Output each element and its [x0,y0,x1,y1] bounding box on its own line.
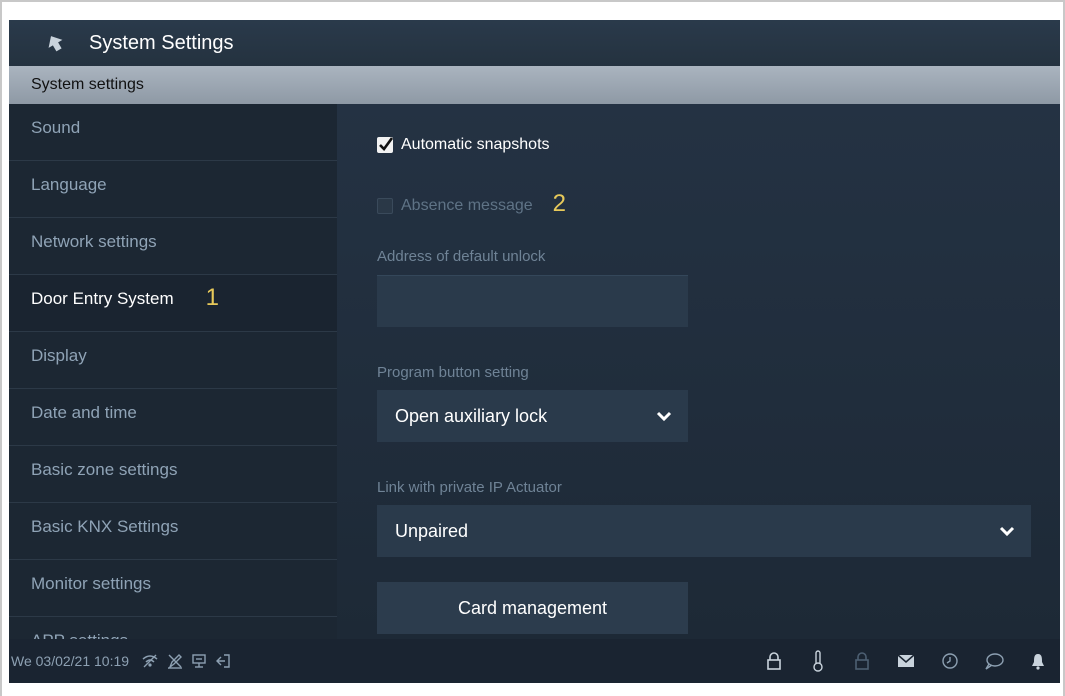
sidebar-item-label: Monitor settings [31,574,151,593]
program-button-value: Open auxiliary lock [395,405,548,426]
page-title: System Settings [89,31,234,54]
sidebar-item-label: Basic KNX Settings [31,517,179,536]
no-write-icon [168,654,183,669]
lock-icon[interactable] [752,639,796,683]
automatic-snapshots-option[interactable]: Automatic snapshots [377,136,550,154]
automatic-snapshots-checkbox[interactable] [377,137,393,153]
sidebar-item-label: Display [31,346,87,365]
back-arrow-icon[interactable] [41,29,69,57]
sidebar-item-label: Language [31,175,107,194]
chevron-down-icon [656,411,672,422]
sidebar-item-label: Date and time [31,403,137,422]
wifi-icon [142,654,158,668]
sidebar-item-network-settings[interactable]: Network settings [9,218,337,275]
sidebar-item-label: Basic zone settings [31,460,178,479]
network-icon [192,654,206,668]
sidebar-item-monitor-settings[interactable]: Monitor settings [9,560,337,617]
title-bar: System Settings [9,20,1060,66]
sidebar-item-app-settings[interactable]: APP settings [9,617,337,639]
absence-message-option[interactable]: Absence message 2 [377,190,566,220]
mail-icon[interactable] [884,639,928,683]
program-button-select[interactable]: Open auxiliary lock [377,390,688,442]
device-screen: System Settings System settings Sound La… [9,20,1060,683]
default-unlock-label: Address of default unlock [377,248,546,265]
callout-number: 2 [552,190,566,217]
sidebar-item-basic-knx-settings[interactable]: Basic KNX Settings [9,503,337,560]
history-icon[interactable] [928,639,972,683]
sidebar-item-label: Door Entry System [31,289,174,308]
status-bar: We 03/02/21 10:19 [9,639,1060,683]
sidebar-item-display[interactable]: Display [9,332,337,389]
logout-icon [216,654,230,668]
chat-icon[interactable] [972,639,1016,683]
sidebar-item-language[interactable]: Language [9,161,337,218]
section-header: System settings [9,66,1060,104]
sidebar-item-date-and-time[interactable]: Date and time [9,389,337,446]
automatic-snapshots-label: Automatic snapshots [401,136,550,153]
sidebar: Sound Language Network settings Door Ent… [9,104,337,639]
section-title: System settings [31,76,144,93]
ip-actuator-label: Link with private IP Actuator [377,479,562,496]
absence-message-label: Absence message [401,197,533,214]
bell-icon[interactable] [1016,639,1060,683]
card-management-button[interactable]: Card management [377,582,688,634]
default-unlock-input[interactable] [377,275,688,327]
ip-actuator-value: Unpaired [395,520,469,541]
sidebar-item-label: Sound [31,118,81,137]
callout-number: 1 [205,284,220,311]
settings-panel: Automatic snapshots Absence message 2 Ad… [337,104,1060,639]
absence-message-checkbox[interactable] [377,198,393,214]
sidebar-item-basic-zone-settings[interactable]: Basic zone settings [9,446,337,503]
status-icons-right [752,639,1060,683]
checkmark-icon [379,137,393,151]
chevron-down-icon [999,526,1015,537]
ip-actuator-select[interactable]: Unpaired [377,505,1031,557]
sidebar-item-label: Network settings [31,232,157,251]
status-datetime: We 03/02/21 10:19 [11,653,130,669]
thermometer-icon[interactable] [796,639,840,683]
program-button-label: Program button setting [377,364,529,381]
lock-dim-icon[interactable] [840,639,884,683]
sidebar-item-label: APP settings [31,631,128,639]
sidebar-item-door-entry-system[interactable]: Door Entry System 1 [9,275,337,332]
status-icons-left [141,653,231,669]
sidebar-item-sound[interactable]: Sound [9,104,337,161]
